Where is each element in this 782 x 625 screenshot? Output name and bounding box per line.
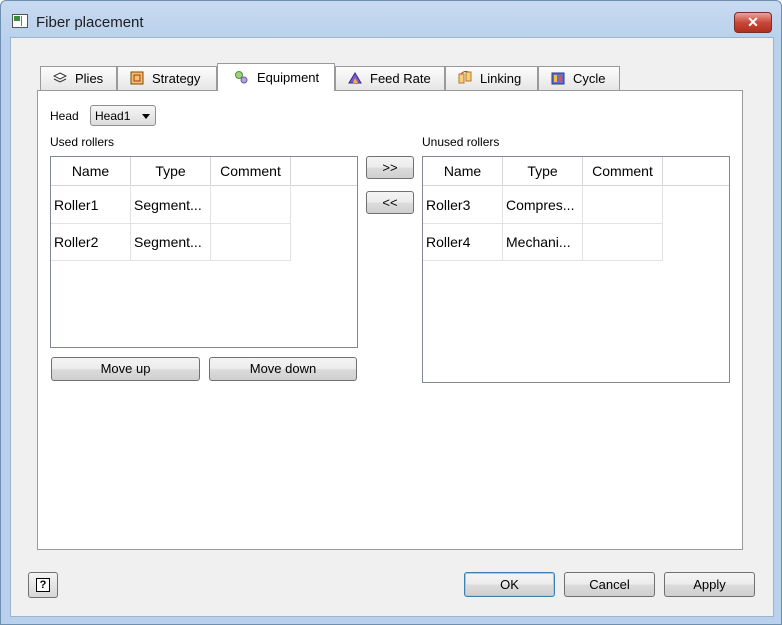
table-header: Name Type Comment (51, 157, 357, 186)
cancel-button[interactable]: Cancel (564, 572, 655, 597)
linking-icon (458, 71, 472, 84)
unused-rollers-table[interactable]: Name Type Comment Roller3 Compres... Rol… (422, 156, 730, 383)
apply-button[interactable]: Apply (664, 572, 755, 597)
tab-equipment[interactable]: Equipment (217, 63, 335, 91)
tab-feed-rate[interactable]: Feed Rate (335, 66, 445, 90)
cycle-icon (551, 72, 565, 85)
help-button[interactable]: ? (28, 572, 58, 598)
column-header-type[interactable]: Type (131, 157, 211, 185)
cell-name: Roller1 (51, 187, 131, 224)
chevron-down-icon (142, 114, 150, 119)
used-rollers-label: Used rollers (50, 135, 115, 149)
cell-name: Roller3 (423, 187, 503, 224)
remove-roller-button[interactable]: << (366, 191, 414, 214)
cell-type: Segment... (131, 187, 211, 224)
move-down-button[interactable]: Move down (209, 357, 357, 381)
column-header-comment[interactable]: Comment (211, 157, 291, 185)
head-select[interactable]: Head1 (90, 105, 156, 126)
cell-comment[interactable] (583, 187, 663, 224)
cell-type: Mechani... (503, 224, 583, 261)
cell-type: Segment... (131, 224, 211, 261)
tab-strategy[interactable]: Strategy (117, 66, 217, 90)
title-bar[interactable]: Fiber placement ✕ (1, 1, 781, 37)
column-header-name[interactable]: Name (423, 157, 503, 185)
strategy-icon (130, 71, 144, 85)
move-up-button[interactable]: Move up (51, 357, 200, 381)
tab-label: Linking (480, 71, 522, 86)
tab-label: Feed Rate (370, 71, 431, 86)
used-rollers-table[interactable]: Name Type Comment Roller1 Segment... Rol… (50, 156, 358, 348)
close-button[interactable]: ✕ (734, 12, 772, 33)
help-icon: ? (36, 578, 50, 592)
column-header-type[interactable]: Type (503, 157, 583, 185)
tab-label: Cycle (573, 71, 606, 86)
cell-name: Roller2 (51, 224, 131, 261)
tab-linking[interactable]: Linking (445, 66, 538, 90)
tab-label: Equipment (257, 70, 320, 85)
add-roller-button[interactable]: >> (366, 156, 414, 179)
cell-comment[interactable] (211, 187, 291, 224)
head-label: Head (50, 109, 79, 123)
cell-comment[interactable] (211, 224, 291, 261)
head-select-value: Head1 (95, 109, 131, 123)
cell-name: Roller4 (423, 224, 503, 261)
tab-label: Strategy (152, 71, 201, 86)
cell-type: Compres... (503, 187, 583, 224)
window-title: Fiber placement (36, 14, 144, 31)
column-header-comment[interactable]: Comment (583, 157, 663, 185)
window-app-icon (12, 14, 28, 28)
gears-icon (235, 71, 248, 84)
tab-cycle[interactable]: Cycle (538, 66, 620, 90)
column-header-name[interactable]: Name (51, 157, 131, 185)
layers-icon (53, 72, 67, 83)
tab-label: Plies (75, 71, 104, 86)
feed-rate-icon (348, 72, 362, 84)
table-header: Name Type Comment (423, 157, 729, 186)
unused-rollers-label: Unused rollers (422, 135, 500, 149)
ok-button[interactable]: OK (464, 572, 555, 597)
tab-plies[interactable]: Plies (40, 66, 117, 90)
cell-comment[interactable] (583, 224, 663, 261)
